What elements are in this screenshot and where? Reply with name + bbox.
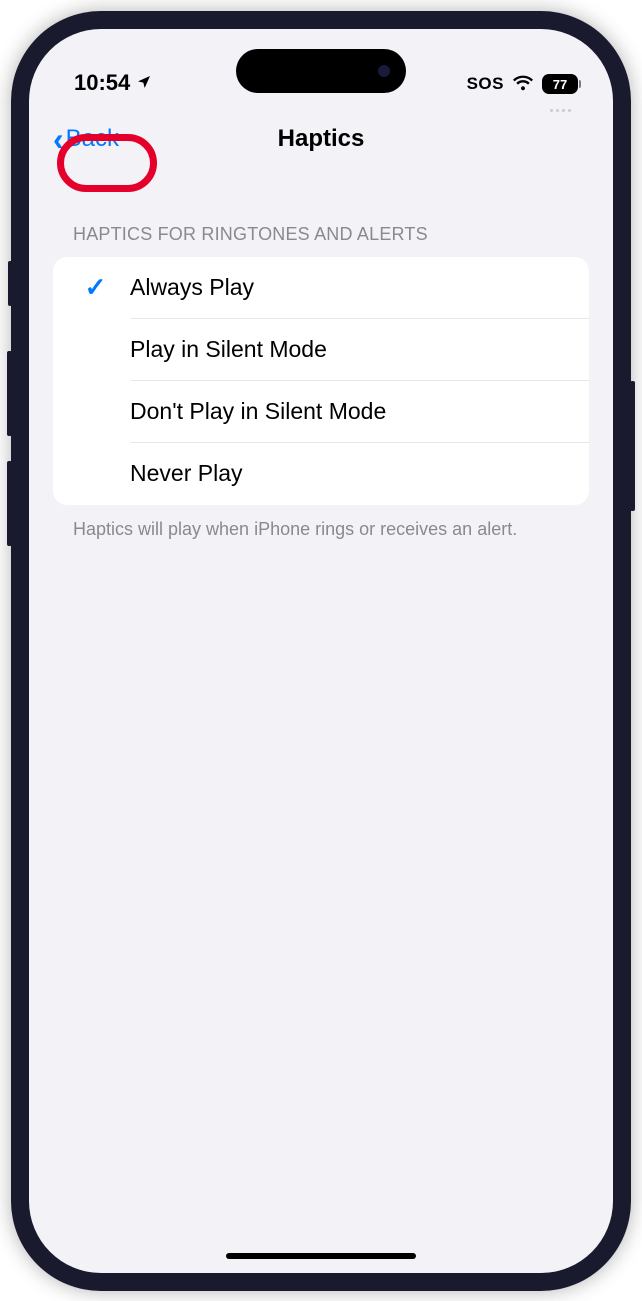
phone-frame: 10:54 SOS 77 [11,11,631,1291]
sos-indicator: SOS [467,74,504,94]
power-button[interactable] [630,381,635,511]
option-label: Don't Play in Silent Mode [118,398,386,425]
page-title: Haptics [278,125,365,153]
battery-level: 77 [553,77,567,92]
dynamic-island[interactable] [236,49,406,93]
option-play-silent[interactable]: Play in Silent Mode [53,319,589,381]
option-label: Always Play [118,274,254,301]
volume-down-button[interactable] [7,461,12,546]
nav-bar: ‹ Back Haptics [29,104,613,174]
mute-switch[interactable] [8,261,12,306]
back-label: Back [66,125,119,153]
option-label: Play in Silent Mode [118,336,327,363]
content-area: HAPTICS FOR RINGTONES AND ALERTS ✓ Alway… [29,174,613,554]
option-label: Never Play [118,460,242,487]
option-always-play[interactable]: ✓ Always Play [53,257,589,319]
home-indicator[interactable] [226,1253,416,1259]
options-list: ✓ Always Play Play in Silent Mode Don't … [53,257,589,505]
checkmark-icon: ✓ [85,272,107,303]
phone-screen: 10:54 SOS 77 [29,29,613,1273]
wifi-icon [512,73,534,96]
option-never-play[interactable]: Never Play [53,443,589,505]
chevron-left-icon: ‹ [53,123,64,155]
location-arrow-icon [136,70,152,96]
battery-indicator: 77 [542,74,578,94]
volume-up-button[interactable] [7,351,12,436]
section-header: HAPTICS FOR RINGTONES AND ALERTS [53,194,589,257]
option-dont-play-silent[interactable]: Don't Play in Silent Mode [53,381,589,443]
back-button[interactable]: ‹ Back [49,117,133,161]
status-left: 10:54 [74,70,152,96]
status-right: SOS 77 [467,73,578,96]
section-footer: Haptics will play when iPhone rings or r… [53,505,589,554]
status-time: 10:54 [74,70,130,96]
